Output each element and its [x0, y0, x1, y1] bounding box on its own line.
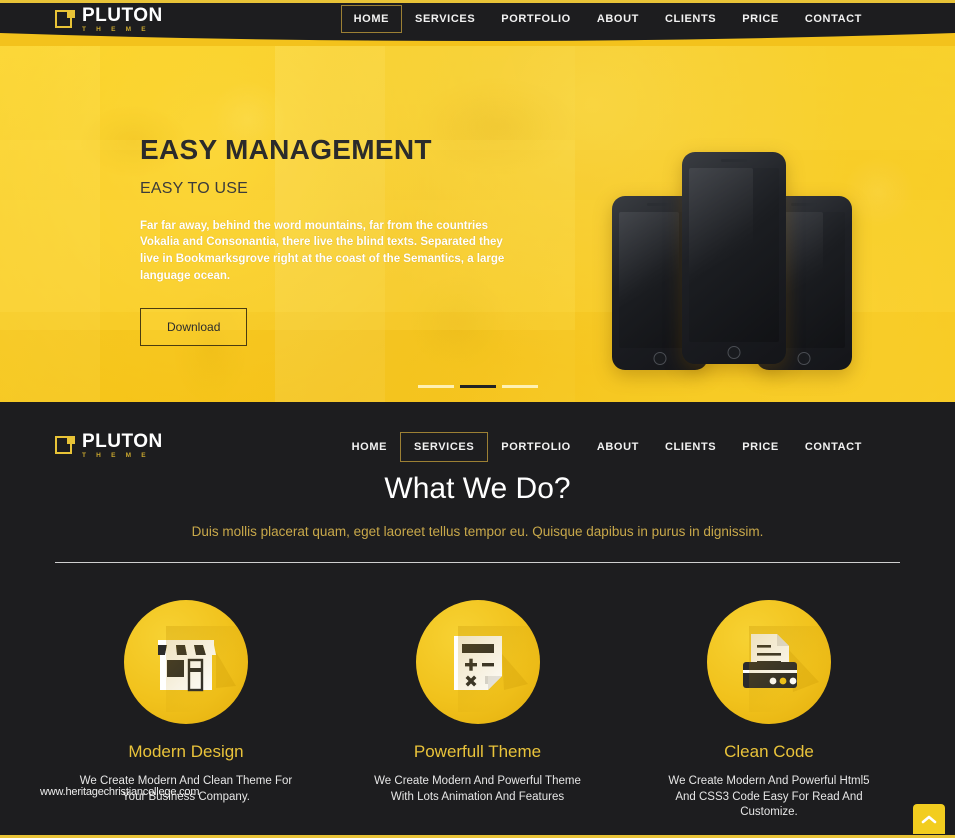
primary-navigation: HOME SERVICES PORTFOLIO ABOUT CLIENTS PR…: [340, 3, 875, 35]
download-button[interactable]: Download: [140, 308, 248, 347]
logo-tagline: T H E M E: [82, 452, 150, 459]
site-logo-secondary[interactable]: PLUTON T H E M E: [55, 432, 163, 460]
hero-slider: EASY MANAGEMENT EASY TO USE Far far away…: [0, 40, 955, 402]
nav-item-home[interactable]: HOME: [340, 5, 403, 33]
top-header: PLUTON T H E M E HOME SERVICES PORTFOLIO…: [0, 0, 955, 46]
nav-item-portfolio[interactable]: PORTFOLIO: [488, 5, 584, 33]
calculator-icon: [415, 600, 540, 724]
site-logo[interactable]: PLUTON T H E M E: [55, 6, 163, 34]
hero-subtitle: EASY TO USE: [140, 179, 249, 197]
hero-paragraph: Far far away, behind the word mountains,…: [140, 219, 505, 282]
logo-mark-icon: [55, 435, 75, 456]
slider-dot-1[interactable]: [417, 385, 454, 388]
secondary-nav-item-price[interactable]: PRICE: [729, 433, 792, 461]
service-card[interactable]: Clean Code We Create Modern And Powerful…: [638, 600, 900, 821]
printer-document-icon: [707, 600, 831, 724]
logo-name: PLUTON: [82, 431, 163, 452]
slider-dot-2[interactable]: [459, 385, 496, 388]
secondary-nav-item-contact[interactable]: CONTACT: [792, 433, 875, 461]
nav-item-clients[interactable]: CLIENTS: [652, 5, 729, 33]
site-watermark: www.heritagechristiancollege.com: [40, 786, 200, 798]
logo-name: PLUTON: [82, 5, 163, 26]
section-subheading: Duis mollis placerat quam, eget laoreet …: [191, 524, 764, 539]
hero-title: EASY MANAGEMENT: [140, 134, 432, 165]
service-card-title: Clean Code: [724, 742, 814, 761]
secondary-nav-item-clients[interactable]: CLIENTS: [652, 433, 729, 461]
phone-mockups-image: [612, 152, 852, 377]
secondary-nav-item-services[interactable]: SERVICES: [400, 432, 489, 462]
phone-mockup-center: [682, 152, 786, 364]
slider-pagination: [417, 385, 538, 388]
service-card-title: Powerfull Theme: [413, 742, 542, 761]
nav-item-price[interactable]: PRICE: [729, 5, 792, 33]
service-card-description: We Create Modern And Powerful Html5 And …: [668, 775, 870, 819]
chevron-up-icon: [921, 815, 937, 823]
section-divider: [55, 562, 900, 563]
logo-mark-icon: [55, 9, 75, 30]
nav-item-about[interactable]: ABOUT: [584, 5, 652, 33]
service-card-description: We Create Modern And Powerful Theme With…: [374, 775, 581, 803]
storefront-icon: [124, 600, 248, 724]
logo-tagline: T H E M E: [82, 26, 150, 33]
services-section: PLUTON T H E M E HOME SERVICES PORTFOLIO…: [0, 402, 955, 838]
nav-item-contact[interactable]: CONTACT: [792, 5, 875, 33]
secondary-nav-item-portfolio[interactable]: PORTFOLIO: [488, 433, 584, 461]
secondary-nav-item-about[interactable]: ABOUT: [584, 433, 652, 461]
section-heading: What We Do?: [384, 472, 571, 505]
scroll-to-top-button[interactable]: [913, 804, 945, 834]
hero-content: EASY MANAGEMENT EASY TO USE Far far away…: [140, 134, 570, 347]
slider-dot-3[interactable]: [501, 385, 538, 388]
secondary-navigation: HOME SERVICES PORTFOLIO ABOUT CLIENTS PR…: [339, 432, 875, 462]
service-card[interactable]: Powerfull Theme We Create Modern And Pow…: [347, 600, 609, 821]
service-card-title: Modern Design: [128, 742, 244, 761]
secondary-nav-item-home[interactable]: HOME: [339, 433, 400, 461]
nav-item-services[interactable]: SERVICES: [402, 5, 488, 33]
